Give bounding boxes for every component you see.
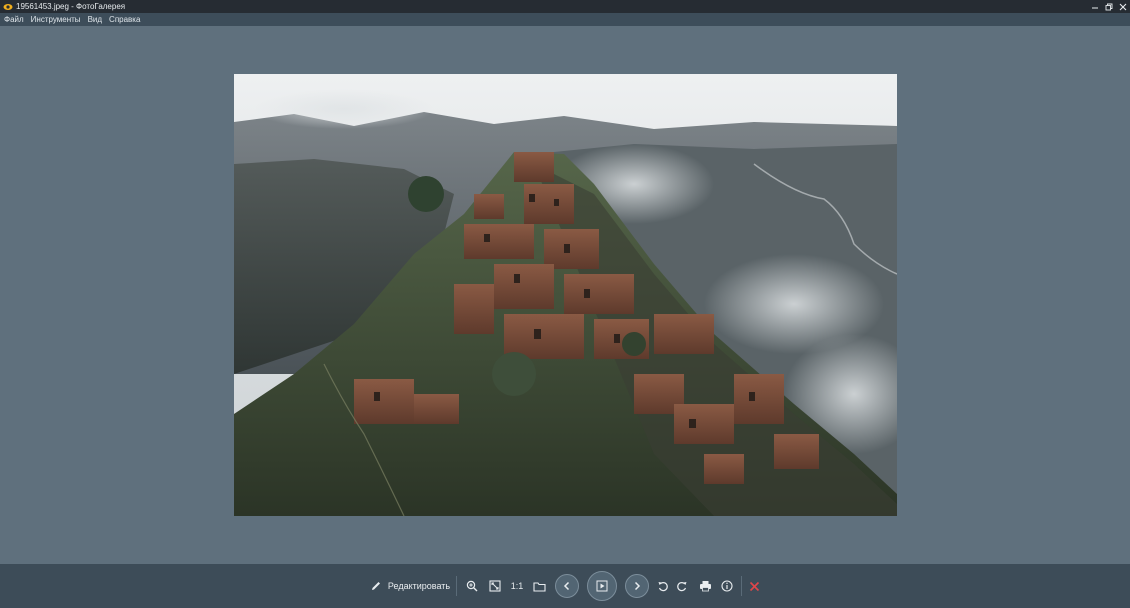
zoom-in-icon <box>466 580 478 592</box>
actual-size-label: 1:1 <box>510 581 524 591</box>
open-folder-button[interactable] <box>530 564 548 608</box>
chevron-right-icon <box>625 574 649 598</box>
rotate-right-icon <box>676 580 688 592</box>
edit-button[interactable]: Редактировать <box>368 564 452 608</box>
menu-tools[interactable]: Инструменты <box>27 15 84 24</box>
pencil-icon <box>370 580 382 592</box>
edit-label: Редактировать <box>387 581 451 591</box>
menu-bar: Файл Инструменты Вид Справка <box>0 13 1130 26</box>
fit-screen-icon <box>489 580 501 592</box>
delete-icon <box>749 581 760 592</box>
next-image-button[interactable] <box>624 564 650 608</box>
zoom-in-button[interactable] <box>463 564 481 608</box>
slideshow-button[interactable] <box>586 564 618 608</box>
rotate-right-button[interactable] <box>674 564 690 608</box>
eye-icon <box>3 2 13 12</box>
chevron-left-icon <box>555 574 579 598</box>
info-icon <box>721 580 733 592</box>
menu-file[interactable]: Файл <box>0 15 27 24</box>
photo-image <box>234 74 897 516</box>
print-button[interactable] <box>696 564 714 608</box>
menu-help[interactable]: Справка <box>105 15 143 24</box>
toolbar-divider <box>456 576 457 596</box>
bottom-toolbar: Редактировать 1:1 <box>0 564 1130 608</box>
image-info-button[interactable] <box>718 564 736 608</box>
delete-button[interactable] <box>745 564 763 608</box>
window-title: 19561453.jpeg - ФотоГалерея <box>16 2 126 11</box>
menu-view[interactable]: Вид <box>84 15 105 24</box>
folder-icon <box>532 581 546 592</box>
minimize-icon[interactable] <box>1088 0 1102 13</box>
printer-icon <box>699 580 712 592</box>
maximize-icon[interactable] <box>1102 0 1116 13</box>
rotate-left-icon <box>657 580 669 592</box>
play-icon <box>587 571 617 601</box>
fit-to-screen-button[interactable] <box>486 564 504 608</box>
actual-size-button[interactable]: 1:1 <box>508 564 526 608</box>
title-bar: 19561453.jpeg - ФотоГалерея <box>0 0 1130 13</box>
rotate-left-button[interactable] <box>655 564 671 608</box>
toolbar-divider <box>741 576 742 596</box>
close-icon[interactable] <box>1116 0 1130 13</box>
previous-image-button[interactable] <box>554 564 580 608</box>
image-viewer-area <box>0 26 1130 564</box>
displayed-photo <box>234 74 897 516</box>
